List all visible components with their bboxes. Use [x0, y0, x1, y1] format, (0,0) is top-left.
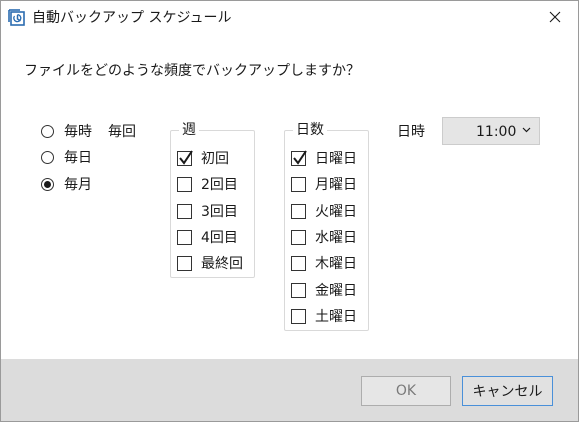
day-group-legend: 日数 [293, 121, 327, 139]
time-label: 日時 [397, 124, 425, 140]
radio-hourly-extra-label: 毎回 [108, 124, 136, 140]
backup-schedule-dialog: 自動バックアップ スケジュール ファイルをどのような頻度でバックアップしますか？… [0, 0, 579, 422]
tuesday-label: 火曜日 [315, 204, 357, 220]
time-dropdown[interactable]: 11:00 [442, 117, 540, 145]
day-item-monday[interactable]: 月曜日 [291, 174, 357, 194]
week-second-label: 2回目 [201, 177, 238, 193]
week-group: 週 初回 2回目 3回目 4回目 最終回 [170, 121, 255, 278]
radio-monthly-circle[interactable] [41, 177, 54, 191]
day-item-friday[interactable]: 金曜日 [291, 280, 357, 300]
radio-monthly-label: 毎月 [64, 177, 92, 193]
sunday-label: 日曜日 [315, 151, 357, 167]
week-item-first[interactable]: 初回 [177, 148, 229, 168]
day-item-wednesday[interactable]: 水曜日 [291, 227, 357, 247]
week-item-fourth[interactable]: 4回目 [177, 227, 238, 247]
monday-label: 月曜日 [315, 177, 357, 193]
tuesday-checkbox[interactable] [291, 203, 306, 219]
backup-schedule-icon [7, 7, 27, 27]
close-icon [549, 11, 561, 23]
saturday-label: 土曜日 [315, 309, 357, 325]
chevron-down-icon [522, 127, 531, 133]
dialog-footer: OK キャンセル [1, 359, 578, 421]
monday-checkbox[interactable] [291, 176, 306, 192]
title-bar: 自動バックアップ スケジュール [1, 1, 578, 34]
thursday-label: 木曜日 [315, 256, 357, 272]
week-last-checkbox[interactable] [177, 255, 192, 271]
time-value: 11:00 [476, 124, 517, 140]
day-item-sunday[interactable]: 日曜日 [291, 148, 357, 168]
week-first-label: 初回 [201, 151, 229, 167]
week-item-last[interactable]: 最終回 [177, 253, 243, 273]
checkmark-icon [293, 149, 307, 165]
radio-hourly[interactable]: 毎時 毎回 [41, 121, 136, 141]
question-text: ファイルをどのような頻度でバックアップしますか？ [24, 63, 360, 79]
week-item-second[interactable]: 2回目 [177, 174, 238, 194]
checkmark-icon [179, 149, 193, 165]
week-first-checkbox[interactable] [177, 149, 193, 166]
thursday-checkbox[interactable] [291, 255, 306, 271]
radio-hourly-label: 毎時 [64, 124, 92, 140]
radio-daily[interactable]: 毎日 [41, 147, 108, 167]
ok-button[interactable]: OK [361, 376, 451, 406]
wednesday-checkbox[interactable] [291, 229, 306, 245]
sunday-checkbox[interactable] [291, 149, 307, 166]
window-title: 自動バックアップ スケジュール [32, 10, 232, 26]
radio-hourly-circle[interactable] [41, 124, 54, 138]
week-third-label: 3回目 [201, 204, 238, 220]
saturday-checkbox[interactable] [291, 308, 306, 324]
week-third-checkbox[interactable] [177, 203, 192, 219]
week-item-third[interactable]: 3回目 [177, 201, 238, 221]
friday-label: 金曜日 [315, 283, 357, 299]
week-fourth-checkbox[interactable] [177, 229, 192, 245]
day-item-saturday[interactable]: 土曜日 [291, 306, 357, 326]
radio-monthly[interactable]: 毎月 [41, 174, 108, 194]
wednesday-label: 水曜日 [315, 230, 357, 246]
close-button[interactable] [532, 1, 578, 33]
friday-checkbox[interactable] [291, 282, 306, 298]
week-second-checkbox[interactable] [177, 176, 192, 192]
week-group-legend: 週 [179, 121, 199, 139]
day-item-thursday[interactable]: 木曜日 [291, 253, 357, 273]
week-last-label: 最終回 [201, 256, 243, 272]
day-item-tuesday[interactable]: 火曜日 [291, 201, 357, 221]
week-fourth-label: 4回目 [201, 230, 238, 246]
cancel-button[interactable]: キャンセル [462, 376, 553, 406]
radio-daily-circle[interactable] [41, 150, 54, 164]
day-group: 日数 日曜日 月曜日 火曜日 水曜日 木曜日 金曜日 土曜日 [284, 121, 369, 331]
radio-daily-label: 毎日 [64, 150, 92, 166]
